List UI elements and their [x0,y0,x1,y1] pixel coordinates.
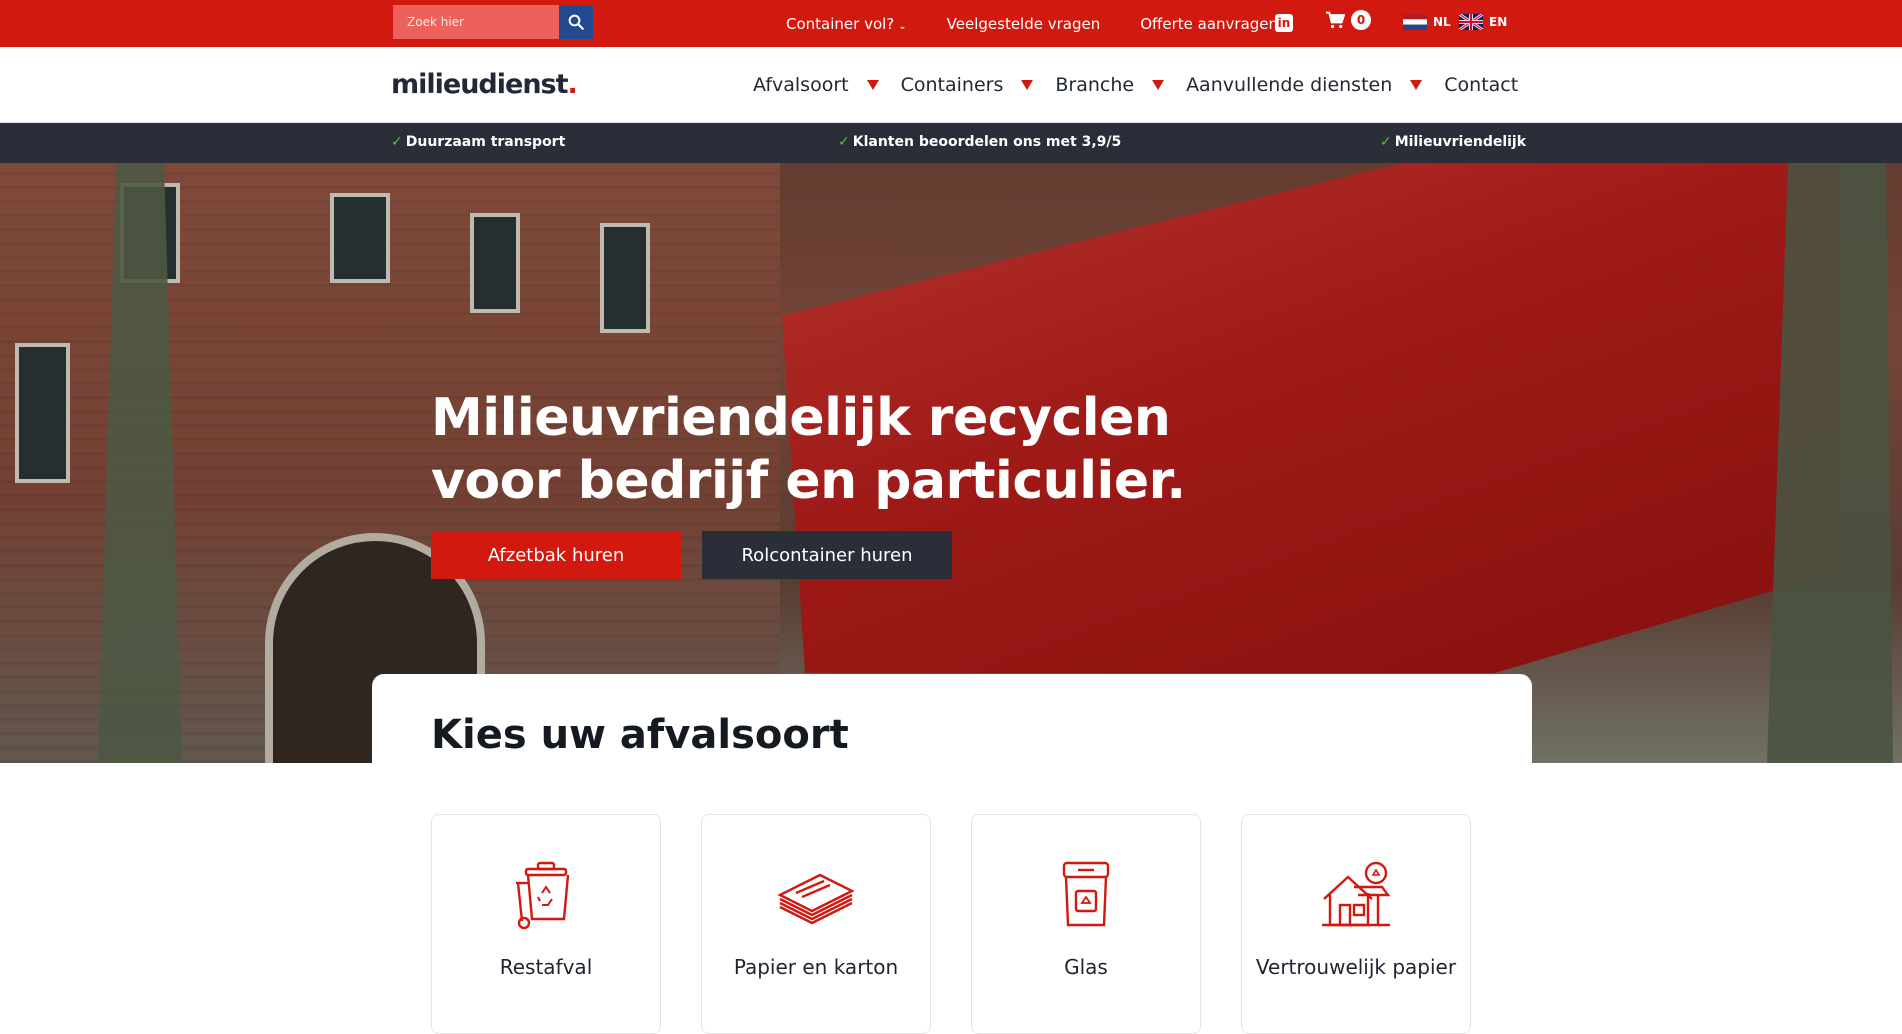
hero-section: Milieuvriendelijk recyclen voor bedrijf … [0,163,1902,763]
waste-bin-icon [516,861,570,930]
language-en[interactable]: EN [1459,14,1507,30]
nav-item-branche[interactable]: Branche [1055,74,1165,96]
usp-text: Milieuvriendelijk [1394,134,1527,150]
quote-request-link[interactable]: Offerte aanvragen [1140,15,1278,33]
cart-button[interactable]: 0 [1325,10,1371,30]
top-bar: Container vol?⌄ Veelgestelde vragen Offe… [0,0,1902,47]
cart-count-badge: 0 [1351,10,1371,30]
usp-item: ✓ Duurzaam transport [391,134,565,150]
usp-text: Klanten beoordelen ons met 3,9/5 [852,134,1122,150]
language-en-label: EN [1489,15,1508,29]
container-vol-link[interactable]: Container vol? ⌄ [786,15,907,33]
waste-tile-restafval[interactable]: Restafval [431,814,661,1034]
waste-type-section: Kies uw afvalsoort Restafval Papier en k… [372,674,1532,1034]
netherlands-flag-icon [1403,14,1427,30]
waste-tile-vertrouwelijk-papier[interactable]: Vertrouwelijk papier [1241,814,1471,1034]
language-nl[interactable]: NL [1403,14,1451,30]
usp-item: ✓ Milieuvriendelijk [1380,134,1526,150]
linkedin-icon[interactable]: in [1275,14,1293,32]
waste-tile-glas[interactable]: Glas [971,814,1201,1034]
rent-wheelie-bin-button[interactable]: Rolcontainer huren [702,531,952,579]
nav-item-afvalsoort[interactable]: Afvalsoort [753,74,879,96]
logo-text: milieudienst [391,69,569,100]
nav-item-label: Aanvullende diensten [1186,74,1393,96]
tile-label: Glas [1064,955,1108,979]
uk-flag-icon [1459,14,1483,30]
nav-item-aanvullende-diensten[interactable]: Aanvullende diensten [1186,74,1423,96]
waste-type-list: Restafval Papier en karton Glas Vertrouw… [431,814,1511,1034]
container-vol-label: Container vol? [786,14,895,33]
language-nl-label: NL [1433,15,1451,29]
nav-item-label: Containers [900,74,1004,96]
section-title: Kies uw afvalsoort [431,712,849,758]
search-icon [568,14,584,30]
shopping-cart-icon [1326,11,1345,29]
search-button[interactable] [559,5,593,39]
usp-bar: ✓ Duurzaam transport ✓ Klanten beoordelen … [0,123,1902,163]
nav-item-contact[interactable]: Contact [1444,74,1518,96]
waste-tile-papier-karton[interactable]: Papier en karton [701,814,931,1034]
caret-down-icon [1410,80,1423,90]
rent-skip-button[interactable]: Afzetbak huren [431,531,681,579]
caret-down-icon [1152,80,1165,90]
nav-item-label: Contact [1444,74,1519,96]
top-links: Container vol? ⌄ Veelgestelde vragen Offe… [786,0,1318,47]
check-icon: ✓ [1380,134,1392,150]
usp-item: ✓ Klanten beoordelen ons met 3,9/5 [838,134,1121,150]
nav-menu: Afvalsoort Containers Branche Aanvullend… [753,47,1540,123]
hero-title-line1: Milieuvriendelijk recyclen [431,388,1171,448]
search-input[interactable] [393,5,559,39]
hero-title: Milieuvriendelijk recyclen voor bedrijf … [431,387,1186,513]
logo-dot: . [567,69,578,100]
hero-title-line2: voor bedrijf en particulier. [431,451,1186,511]
caret-down-icon [866,80,879,90]
tile-label: Vertrouwelijk papier [1255,955,1457,979]
paper-stack-icon [777,873,855,925]
nav-item-containers[interactable]: Containers [901,74,1034,96]
tile-label: Papier en karton [733,955,899,979]
confidential-paper-icon [1322,861,1391,927]
check-icon: ✓ [838,134,850,150]
chevron-down-icon: ⌄ [898,20,907,32]
nav-item-label: Afvalsoort [753,74,849,96]
usp-text: Duurzaam transport [405,134,566,150]
check-icon: ✓ [391,134,403,150]
logo[interactable]: milieudienst. [391,69,578,100]
tile-label: Restafval [499,955,593,979]
main-navigation: milieudienst. Afvalsoort Containers Bran… [0,47,1902,123]
caret-down-icon [1021,80,1034,90]
glass-bin-icon [1062,861,1110,927]
search-bar [393,5,593,39]
nav-item-label: Branche [1055,74,1135,96]
faq-link[interactable]: Veelgestelde vragen [947,15,1101,33]
